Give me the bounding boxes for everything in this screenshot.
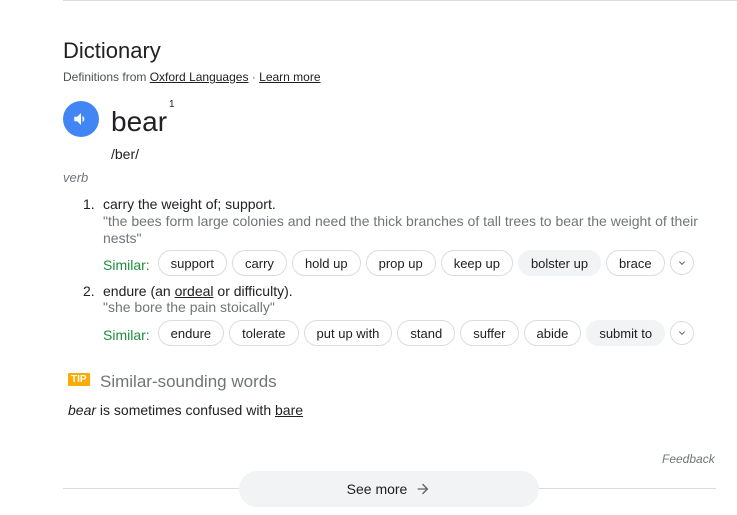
headword-text: bear <box>111 106 168 137</box>
similar-chip-support[interactable]: support <box>157 250 228 276</box>
definition-text: carry the weight of; support. <box>103 196 276 212</box>
definition-text: endure (an ordeal or difficulty). <box>103 283 713 299</box>
similar-chip-bolster-up[interactable]: bolster up <box>517 250 602 276</box>
expand-similar-button[interactable] <box>669 251 694 275</box>
speaker-icon <box>74 113 85 125</box>
similar-label: Similar: <box>103 257 150 273</box>
see-more-label: See more <box>346 481 408 497</box>
tip-badge: TIP <box>68 373 90 386</box>
source-prefix: Definitions from <box>63 70 147 84</box>
similar-chip-abide[interactable]: abide <box>523 320 582 346</box>
part-of-speech: verb <box>63 170 89 185</box>
similar-chip-endure[interactable]: endure <box>157 320 225 346</box>
definition-text-after: or difficulty). <box>217 283 293 299</box>
similar-row: Similar: endure tolerate put up with sta… <box>103 320 695 346</box>
ordeal-link[interactable]: ordeal <box>175 283 214 299</box>
phonetic: /ber/ <box>111 146 140 162</box>
similar-chip-submit-to[interactable]: submit to <box>586 320 666 346</box>
arrow-right-icon <box>418 483 429 495</box>
definition-example: "she bore the pain stoically" <box>103 299 275 315</box>
similar-label: Similar: <box>103 327 150 343</box>
similar-chip-stand[interactable]: stand <box>397 320 456 346</box>
similar-chip-tolerate[interactable]: tolerate <box>229 320 299 346</box>
similar-row: Similar: support carry hold up prop up k… <box>103 250 694 276</box>
similar-chip-brace[interactable]: brace <box>606 250 665 276</box>
source-line: Definitions from Oxford Languages · Lear… <box>63 70 321 84</box>
learn-more-link[interactable]: Learn more <box>259 70 320 84</box>
definition-text-before: endure (an <box>103 283 171 299</box>
tip-middle-text: is sometimes confused with <box>99 402 272 418</box>
top-divider <box>63 0 737 1</box>
feedback-link[interactable]: Feedback <box>662 452 715 466</box>
oxford-languages-link[interactable]: Oxford Languages <box>150 70 249 84</box>
bare-link[interactable]: bare <box>275 402 303 418</box>
similar-sounding-title: Similar-sounding words <box>100 372 277 391</box>
similar-chip-suffer[interactable]: suffer <box>460 320 519 346</box>
definition-number: 2. <box>83 283 95 299</box>
similar-chip-put-up-with[interactable]: put up with <box>303 320 393 346</box>
expand-similar-button[interactable] <box>670 321 695 345</box>
similar-chip-hold-up[interactable]: hold up <box>291 250 361 276</box>
chevron-down-icon <box>679 331 686 335</box>
similar-chip-keep-up[interactable]: keep up <box>440 250 513 276</box>
confused-with-line: bear is sometimes confused with bare <box>68 402 303 418</box>
dictionary-title: Dictionary <box>63 38 161 63</box>
tip-word: bear <box>68 402 97 418</box>
similar-chip-carry[interactable]: carry <box>232 250 287 276</box>
similar-chip-prop-up[interactable]: prop up <box>365 250 436 276</box>
headword-superscript: 1 <box>169 98 175 110</box>
definition-number: 1. <box>83 196 95 212</box>
headword: bear1 <box>111 99 175 138</box>
source-separator: · <box>251 70 256 84</box>
definition-example: "the bees form large colonies and need t… <box>103 213 698 246</box>
chevron-down-icon <box>678 261 685 265</box>
pronounce-button[interactable] <box>63 101 99 137</box>
see-more-button[interactable]: See more <box>239 471 539 507</box>
